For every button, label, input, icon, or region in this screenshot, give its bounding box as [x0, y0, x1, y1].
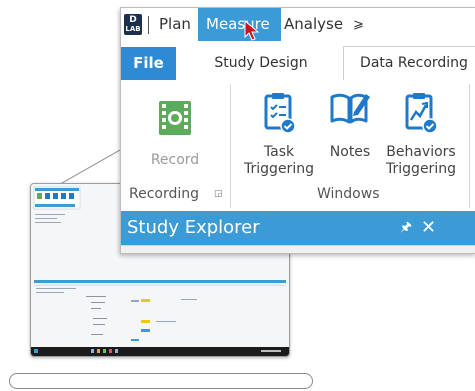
notes-book-icon [330, 93, 370, 124]
record-button-label: Record [150, 152, 200, 168]
study-explorer-panel-header: Study Explorer 🖈 ✕ [121, 211, 475, 245]
film-record-icon [159, 101, 191, 135]
behaviors-triggering-label-line2: Triggering [386, 161, 456, 177]
task-triggering-icon [264, 93, 296, 134]
task-triggering-label-line1: Task [263, 144, 295, 160]
group-label-recording: Recording [129, 186, 200, 202]
dialog-launcher-icon[interactable]: ◲ [214, 189, 223, 199]
pin-icon[interactable]: 🖈 [400, 211, 412, 245]
group-separator [230, 84, 231, 208]
behaviors-triggering-icon [405, 93, 438, 134]
notes-label: Notes [329, 144, 371, 160]
panel-title: Study Explorer [127, 217, 260, 238]
tab-data-recording[interactable]: Data Recording [343, 46, 475, 81]
notes-button[interactable]: Notes [320, 88, 380, 161]
task-triggering-button[interactable]: Task Triggering [239, 92, 319, 178]
horizontal-scrollbar[interactable] [9, 373, 313, 389]
tab-file[interactable]: File [121, 47, 176, 80]
record-button[interactable]: Record [135, 98, 215, 169]
group-label-windows: Windows [317, 186, 380, 202]
close-icon[interactable]: ✕ [421, 211, 436, 245]
menu-separator [148, 16, 149, 34]
panel-body-edge [121, 245, 475, 253]
menu-analyse[interactable]: Analyse [278, 8, 349, 41]
behaviors-triggering-label-line1: Behaviors [386, 144, 456, 160]
ribbon-panel: Record Recording ◲ Task Triggering Notes… [121, 80, 475, 211]
group-separator [469, 84, 470, 208]
mouse-cursor-icon [244, 20, 260, 41]
tab-study-design[interactable]: Study Design [196, 47, 326, 80]
menu-overflow-icon[interactable]: ⩾ [353, 8, 364, 41]
app-logo-icon: D LAB [124, 14, 142, 35]
zoomed-app-window: D LAB Plan Measure Analyse ⩾ File Study D… [120, 7, 475, 254]
ribbon-tab-bar: File Study Design Data Recording [121, 46, 475, 81]
task-triggering-label-line2: Triggering [244, 161, 314, 177]
menu-measure[interactable]: Measure [198, 8, 281, 41]
behaviors-triggering-button[interactable]: Behaviors Triggering [381, 92, 461, 178]
top-menu-bar: D LAB Plan Measure Analyse ⩾ [121, 8, 475, 41]
menu-plan[interactable]: Plan [153, 8, 197, 41]
